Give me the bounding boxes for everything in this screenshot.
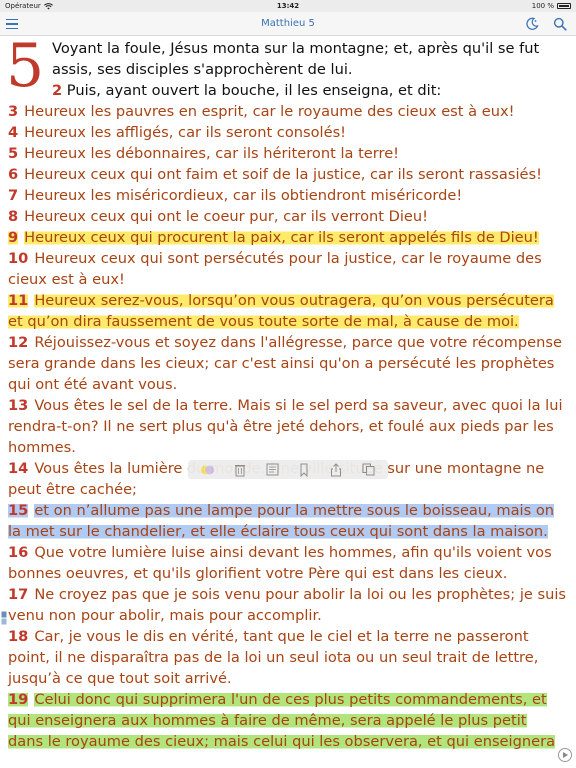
chapter-intro[interactable]: 5 Voyant la foule, Jésus monta sur la mo… xyxy=(0,37,576,101)
verse-17[interactable]: 17 Ne croyez pas que je sois venu pour ab… xyxy=(0,584,576,626)
verse-text: Que votre lumière luise ainsi devant les… xyxy=(8,544,552,582)
verse-text: Heureux serez-vous, lorsqu’on vous outra… xyxy=(8,292,554,330)
verse-number: 7 xyxy=(8,187,19,204)
verse-number: 6 xyxy=(8,166,19,183)
verse-list: 3 Heureux les pauvres en esprit, car le r… xyxy=(0,101,576,752)
copy-icon[interactable] xyxy=(360,462,376,478)
status-right: 100 % xyxy=(532,2,571,10)
verse-number: 12 xyxy=(8,334,29,351)
verse-11[interactable]: 11 Heureux serez-vous, lorsqu’on vous out… xyxy=(0,290,576,332)
verse-text: Vous êtes le sel de la terre. Mais si le… xyxy=(8,397,563,456)
note-icon[interactable] xyxy=(264,462,280,478)
verse-number: 13 xyxy=(8,397,29,414)
page-title[interactable]: Matthieu 5 xyxy=(261,18,315,29)
menu-icon[interactable] xyxy=(6,17,22,31)
share-icon[interactable] xyxy=(328,462,344,478)
verse-text: Heureux les miséricordieux, car ils obti… xyxy=(24,187,463,204)
verse-number: 16 xyxy=(8,544,29,561)
verse-number: 4 xyxy=(8,124,19,141)
verse-15[interactable]: 15 et on n’allume pas une lampe pour la m… xyxy=(0,500,576,542)
verse-number: 2 xyxy=(52,82,63,99)
verse-7[interactable]: 7 Heureux les miséricordieux, car ils obt… xyxy=(0,185,576,206)
verse-text: Car, je vous le dis en vérité, tant que … xyxy=(8,628,539,687)
verse-text: Heureux ceux qui sont persécutés pour la… xyxy=(8,250,542,288)
verse-6[interactable]: 6 Heureux ceux qui ont faim et soif de la… xyxy=(0,164,576,185)
verse-9[interactable]: 9 Heureux ceux qui procurent la paix, car… xyxy=(0,227,576,248)
wifi-icon xyxy=(43,2,53,9)
trash-icon[interactable] xyxy=(232,462,248,478)
status-time: 13:42 xyxy=(276,2,300,10)
verse-number: 10 xyxy=(8,250,29,267)
verse-text: Heureux les pauvres en esprit, car le ro… xyxy=(24,103,515,120)
verse-19[interactable]: 19 Celui donc qui supprimera l'un de ces … xyxy=(0,689,576,752)
verse-12[interactable]: 12 Réjouissez-vous et soyez dans l'allégr… xyxy=(0,332,576,395)
status-left: Opérateur xyxy=(5,2,53,10)
chapter-number: 5 xyxy=(6,37,45,101)
verse-16[interactable]: 16 Que votre lumière luise ainsi devant l… xyxy=(0,542,576,584)
selection-toolbar xyxy=(188,460,388,479)
verse-number: 14 xyxy=(8,460,29,477)
verse-text: Heureux ceux qui ont le coeur pur, car i… xyxy=(24,208,428,225)
verse-4[interactable]: 4 Heureux les affligés, car ils seront co… xyxy=(0,122,576,143)
verse-text: Celui donc qui supprimera l'un de ces pl… xyxy=(8,691,556,750)
verse-number: 18 xyxy=(8,628,29,645)
verse-number: 3 xyxy=(8,103,19,120)
verse-number: 8 xyxy=(8,208,19,225)
verse-1-text[interactable]: Voyant la foule, Jésus monta sur la mont… xyxy=(52,38,566,80)
chapter-content[interactable]: 5 Voyant la foule, Jésus monta sur la mo… xyxy=(0,37,576,768)
verse-number: 9 xyxy=(8,229,19,246)
verse-text: Heureux ceux qui procurent la paix, car … xyxy=(24,229,539,246)
bookmark-icon[interactable] xyxy=(296,462,312,478)
verse-text: Puis, ayant ouvert la bouche, il les ens… xyxy=(66,82,442,99)
play-audio-icon[interactable] xyxy=(558,748,572,762)
verse-text: Heureux les affligés, car ils seront con… xyxy=(24,124,347,141)
verse-text: Heureux les débonnaires, car ils hériter… xyxy=(24,145,400,162)
status-bar: Opérateur 13:42 100 % xyxy=(0,0,576,12)
verse-number: 19 xyxy=(8,691,29,708)
verse-text: Heureux ceux qui ont faim et soif de la … xyxy=(24,166,542,183)
verse-text: et on n’allume pas une lampe pour la met… xyxy=(8,502,555,540)
battery-icon xyxy=(557,3,571,9)
note-marker-icon[interactable] xyxy=(1,610,7,625)
search-icon[interactable] xyxy=(552,16,568,32)
nav-bar: Matthieu 5 xyxy=(0,12,576,36)
verse-18[interactable]: 18 Car, je vous le dis en vérité, tant qu… xyxy=(0,626,576,689)
verse-3[interactable]: 3 Heureux les pauvres en esprit, car le r… xyxy=(0,101,576,122)
battery-percent: 100 % xyxy=(531,2,554,10)
verse-number: 15 xyxy=(8,502,29,519)
verse-text: Réjouissez-vous et soyez dans l'allégres… xyxy=(8,334,562,393)
carrier-label: Opérateur xyxy=(5,2,41,10)
verse-number: 11 xyxy=(8,292,29,309)
nav-actions xyxy=(524,16,568,32)
color-palette-icon[interactable] xyxy=(200,462,216,478)
verse-10[interactable]: 10 Heureux ceux qui sont persécutés pour … xyxy=(0,248,576,290)
verse-13[interactable]: 13 Vous êtes le sel de la terre. Mais si … xyxy=(0,395,576,458)
verse-8[interactable]: 8 Heureux ceux qui ont le coeur pur, car … xyxy=(0,206,576,227)
verse-text: Ne croyez pas que je sois venu pour abol… xyxy=(8,586,567,624)
verse-number: 17 xyxy=(8,586,29,603)
verse-2[interactable]: 2 Puis, ayant ouvert la bouche, il les e… xyxy=(52,80,566,101)
night-mode-icon[interactable] xyxy=(524,16,540,32)
verse-number: 5 xyxy=(8,145,19,162)
verse-5[interactable]: 5 Heureux les débonnaires, car ils hérite… xyxy=(0,143,576,164)
